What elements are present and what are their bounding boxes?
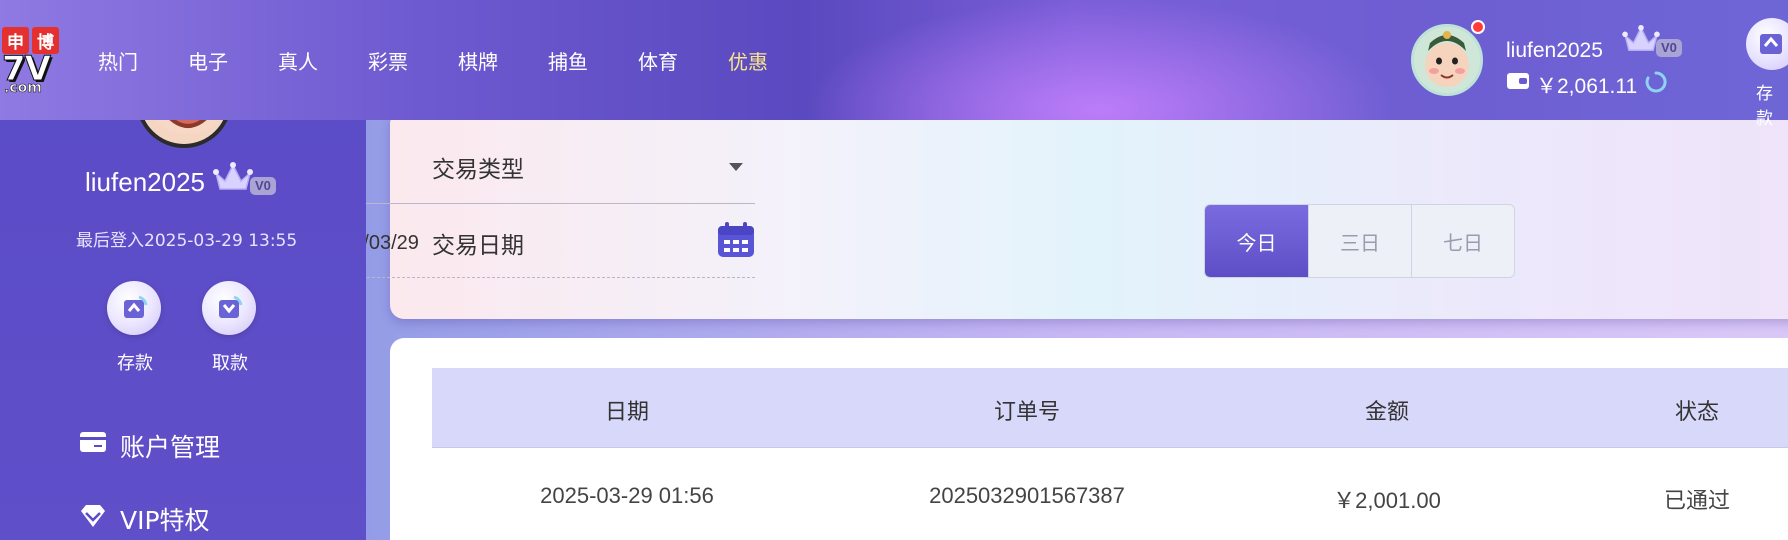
sidebar-deposit-button[interactable]: 存款 (107, 281, 163, 375)
cell-date: 2025-03-29 01:56 (540, 483, 714, 508)
site-logo[interactable]: 申 博 7V .com (2, 27, 60, 97)
vip-level-badge: V0 (250, 177, 276, 195)
calendar-icon[interactable] (717, 222, 755, 263)
column-header-status: 状态 (1674, 400, 1720, 425)
nav-sports[interactable]: 体育 (638, 46, 728, 75)
nav-chess[interactable]: 棋牌 (458, 46, 548, 75)
diamond-icon (79, 505, 107, 533)
card-icon (79, 432, 107, 458)
vip-level-badge: V0 (1656, 39, 1682, 57)
vip-crown-icon (213, 161, 253, 198)
table-header: 日期 订单号 金额 状态 (432, 368, 1788, 448)
nav-hot[interactable]: 热门 (98, 46, 188, 75)
withdraw-icon (202, 281, 256, 335)
wallet-icon (1507, 72, 1529, 90)
column-header-order-no: 订单号 (993, 400, 1061, 425)
nav-live[interactable]: 真人 (278, 46, 368, 75)
column-header-date: 日期 (604, 400, 650, 425)
sidebar-deposit-label: 存款 (117, 353, 153, 374)
main-nav: 热门 电子 真人 彩票 棋牌 捕鱼 体育 优惠 (98, 46, 818, 75)
range-3days-button[interactable]: 三日 (1308, 205, 1411, 277)
nav-electronic[interactable]: 电子 (188, 46, 278, 75)
user-avatar[interactable] (1411, 24, 1483, 96)
sidebar-item-label: VIP特权 (120, 506, 210, 535)
top-header: 申 博 7V .com 热门 电子 真人 彩票 棋牌 捕鱼 体育 优惠 liuf… (0, 0, 1788, 129)
notification-dot (1471, 20, 1485, 34)
sidebar-item-vip[interactable]: VIP特权 (79, 503, 210, 535)
nav-promotions[interactable]: 优惠 (728, 46, 818, 75)
refresh-icon[interactable] (1645, 71, 1667, 93)
last-login-time: 最后登入2025-03-29 13:55 (76, 231, 298, 251)
nav-lottery[interactable]: 彩票 (368, 46, 458, 75)
quick-range-group: 今日 三日 七日 (1204, 204, 1515, 278)
filter-panel: 交易类型 交易日期 (390, 110, 1788, 319)
vip-crown-icon (1622, 24, 1660, 59)
sidebar-username: liufen2025 (85, 167, 205, 197)
cell-amount: ￥2,001.00 (1333, 488, 1441, 513)
transactions-table: 日期 订单号 金额 状态 2025-03-29 01:56 2025032901… (390, 338, 1788, 540)
range-today-button[interactable]: 今日 (1205, 205, 1308, 277)
sidebar-withdraw-label: 取款 (212, 353, 248, 374)
range-7days-button[interactable]: 七日 (1411, 205, 1514, 277)
logo-sub: .com (4, 80, 42, 97)
sidebar-withdraw-button[interactable]: 取款 (202, 281, 258, 375)
column-header-amount: 金额 (1364, 400, 1410, 425)
deposit-icon (107, 281, 161, 335)
sidebar-item-account[interactable]: 账户管理 (79, 430, 220, 462)
nav-fishing[interactable]: 捕鱼 (548, 46, 638, 75)
chevron-down-icon (729, 163, 743, 171)
cell-status: 已通过 (1663, 489, 1731, 514)
header-username: liufen2025 (1506, 39, 1603, 62)
balance-amount: ￥2,061.11 (1536, 75, 1638, 98)
sidebar-item-label: 账户管理 (120, 433, 221, 462)
cell-order-no: 2025032901567387 (929, 483, 1125, 508)
header-deposit-label: 存款 (1756, 84, 1773, 129)
header-deposit-button[interactable] (1746, 18, 1788, 70)
